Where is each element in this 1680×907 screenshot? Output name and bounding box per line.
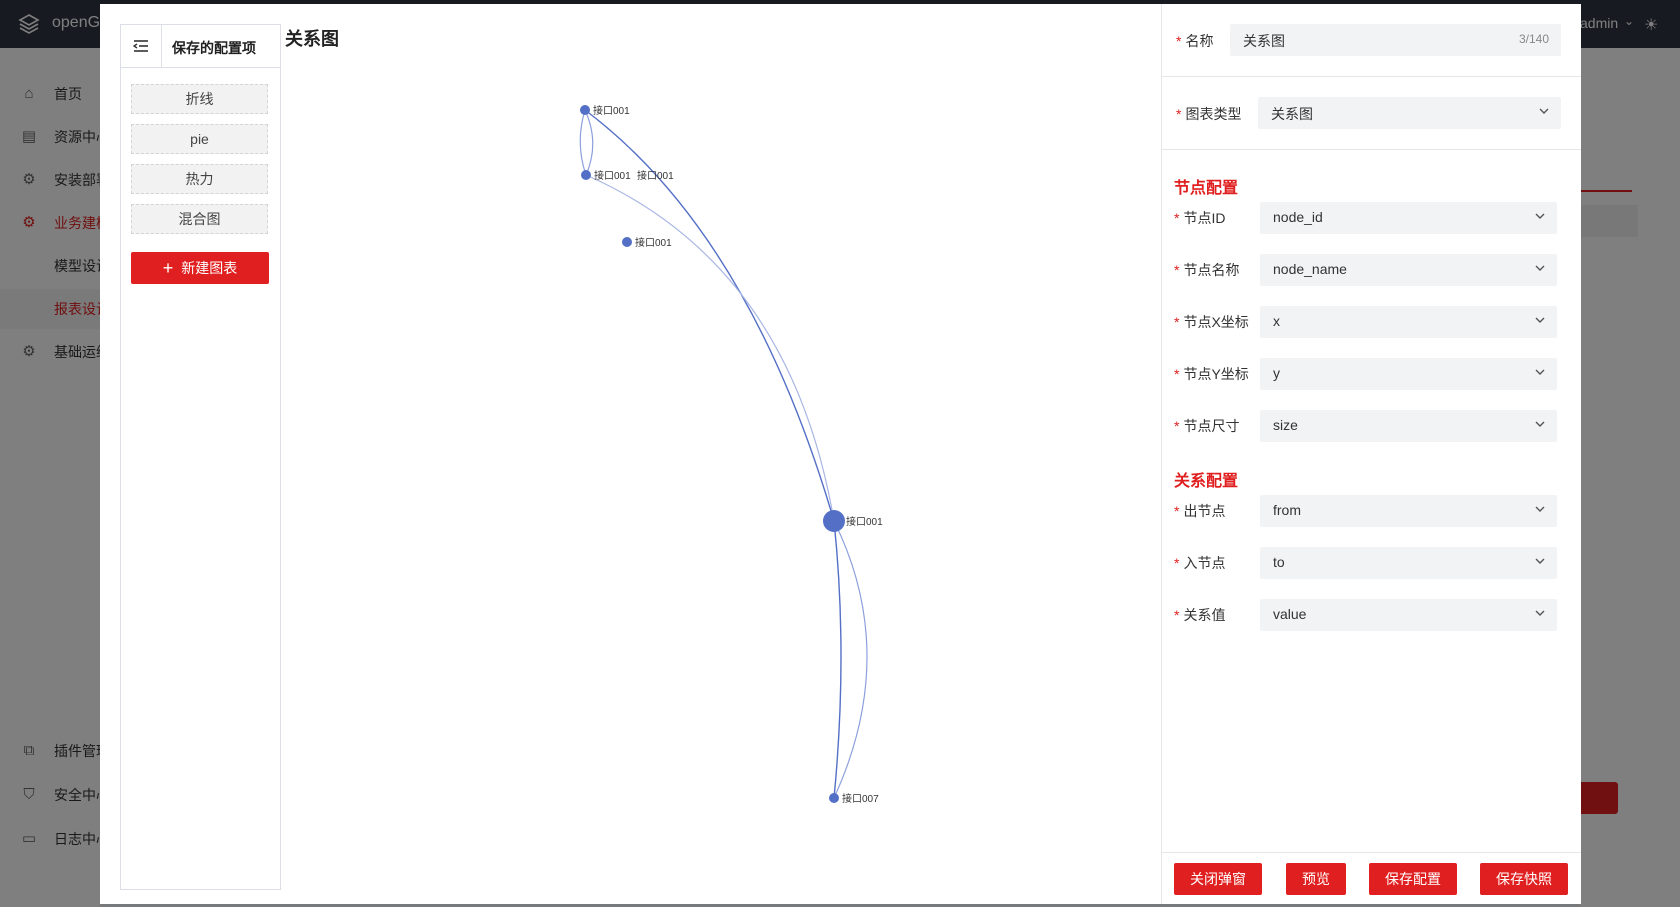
node-x-select[interactable]: x: [1260, 306, 1557, 338]
graph-nodes: [580, 105, 845, 803]
to-node-label: * 入节点: [1174, 555, 1226, 571]
graph-node: [823, 510, 845, 532]
chart-type-label: * 图表类型: [1176, 106, 1242, 122]
node-id-value: node_id: [1273, 209, 1323, 225]
divider: [1162, 852, 1581, 853]
graph-node-label: 接口007: [842, 792, 879, 805]
node-size-value: size: [1273, 417, 1298, 433]
chevron-down-icon: [1535, 610, 1545, 616]
close-dialog-button[interactable]: 关闭弹窗: [1174, 863, 1262, 895]
graph-node: [581, 170, 591, 180]
node-y-label: * 节点Y坐标: [1174, 366, 1249, 382]
from-node-select[interactable]: from: [1260, 495, 1557, 527]
graph-edge: [584, 109, 594, 176]
node-x-value: x: [1273, 313, 1280, 329]
graph-node: [622, 237, 632, 247]
node-id-label: * 节点ID: [1174, 210, 1226, 226]
to-node-value: to: [1273, 554, 1285, 570]
chevron-down-icon: [1535, 421, 1545, 427]
graph-edge: [833, 520, 868, 799]
divider: [1162, 76, 1581, 77]
save-config-button[interactable]: 保存配置: [1369, 863, 1457, 895]
graph-edge: [585, 174, 835, 522]
graph-node: [580, 105, 590, 115]
relation-value-label: * 关系值: [1174, 607, 1226, 623]
to-node-select[interactable]: to: [1260, 547, 1557, 579]
chevron-down-icon: [1539, 108, 1549, 114]
node-size-label: * 节点尺寸: [1174, 418, 1240, 434]
node-name-value: node_name: [1273, 261, 1347, 277]
chevron-down-icon: [1535, 506, 1545, 512]
name-label: * 名称: [1176, 33, 1214, 49]
chevron-down-icon: [1535, 558, 1545, 564]
preview-button[interactable]: 预览: [1286, 863, 1346, 895]
save-snapshot-button[interactable]: 保存快照: [1480, 863, 1568, 895]
from-node-label: * 出节点: [1174, 503, 1226, 519]
graph-labels: 接口001 接口001 接口001 接口001 接口001 接口007: [593, 104, 883, 805]
name-input[interactable]: 关系图 3/140: [1230, 24, 1561, 56]
graph-node: [829, 793, 839, 803]
divider: [1162, 149, 1581, 150]
node-size-select[interactable]: size: [1260, 410, 1557, 442]
chevron-down-icon: [1535, 317, 1545, 323]
chevron-down-icon: [1535, 369, 1545, 375]
graph-edge: [833, 520, 842, 799]
name-char-count: 3/140: [1518, 32, 1549, 46]
chevron-down-icon: [1535, 265, 1545, 271]
node-name-select[interactable]: node_name: [1260, 254, 1557, 286]
graph-node-label: 接口001: [846, 515, 883, 528]
node-name-label: * 节点名称: [1174, 262, 1240, 278]
graph-node-label: 接口001: [635, 236, 672, 249]
chart-type-select[interactable]: 关系图: [1258, 97, 1561, 129]
relation-config-heading: 关系配置: [1174, 473, 1239, 490]
relation-value-value: value: [1273, 606, 1307, 622]
name-input-value: 关系图: [1243, 33, 1285, 49]
graph-edge: [579, 109, 587, 176]
graph-edges: [579, 109, 868, 799]
node-x-label: * 节点X坐标: [1174, 314, 1249, 330]
relation-value-select[interactable]: value: [1260, 599, 1557, 631]
from-node-value: from: [1273, 502, 1301, 518]
chart-type-value: 关系图: [1271, 106, 1313, 122]
node-y-select[interactable]: y: [1260, 358, 1557, 390]
node-id-select[interactable]: node_id: [1260, 202, 1557, 234]
graph-node-label: 接口001: [637, 169, 674, 182]
chart-config-dialog: 保存的配置项 折线 pie 热力 混合图 + 新建图表 关系图 接口001 接口…: [100, 4, 1581, 904]
node-y-value: y: [1273, 365, 1280, 381]
chart-form-panel: * 名称 关系图 3/140 * 图表类型 关系图 节点配置 * 节点ID node_…: [1161, 4, 1581, 904]
graph-node-label: 接口001: [594, 169, 631, 182]
graph-node-label: 接口001: [593, 104, 630, 117]
relation-graph[interactable]: 接口001 接口001 接口001 接口001 接口001 接口007: [100, 4, 1161, 904]
node-config-heading: 节点配置: [1174, 180, 1239, 197]
chevron-down-icon: [1535, 213, 1545, 219]
